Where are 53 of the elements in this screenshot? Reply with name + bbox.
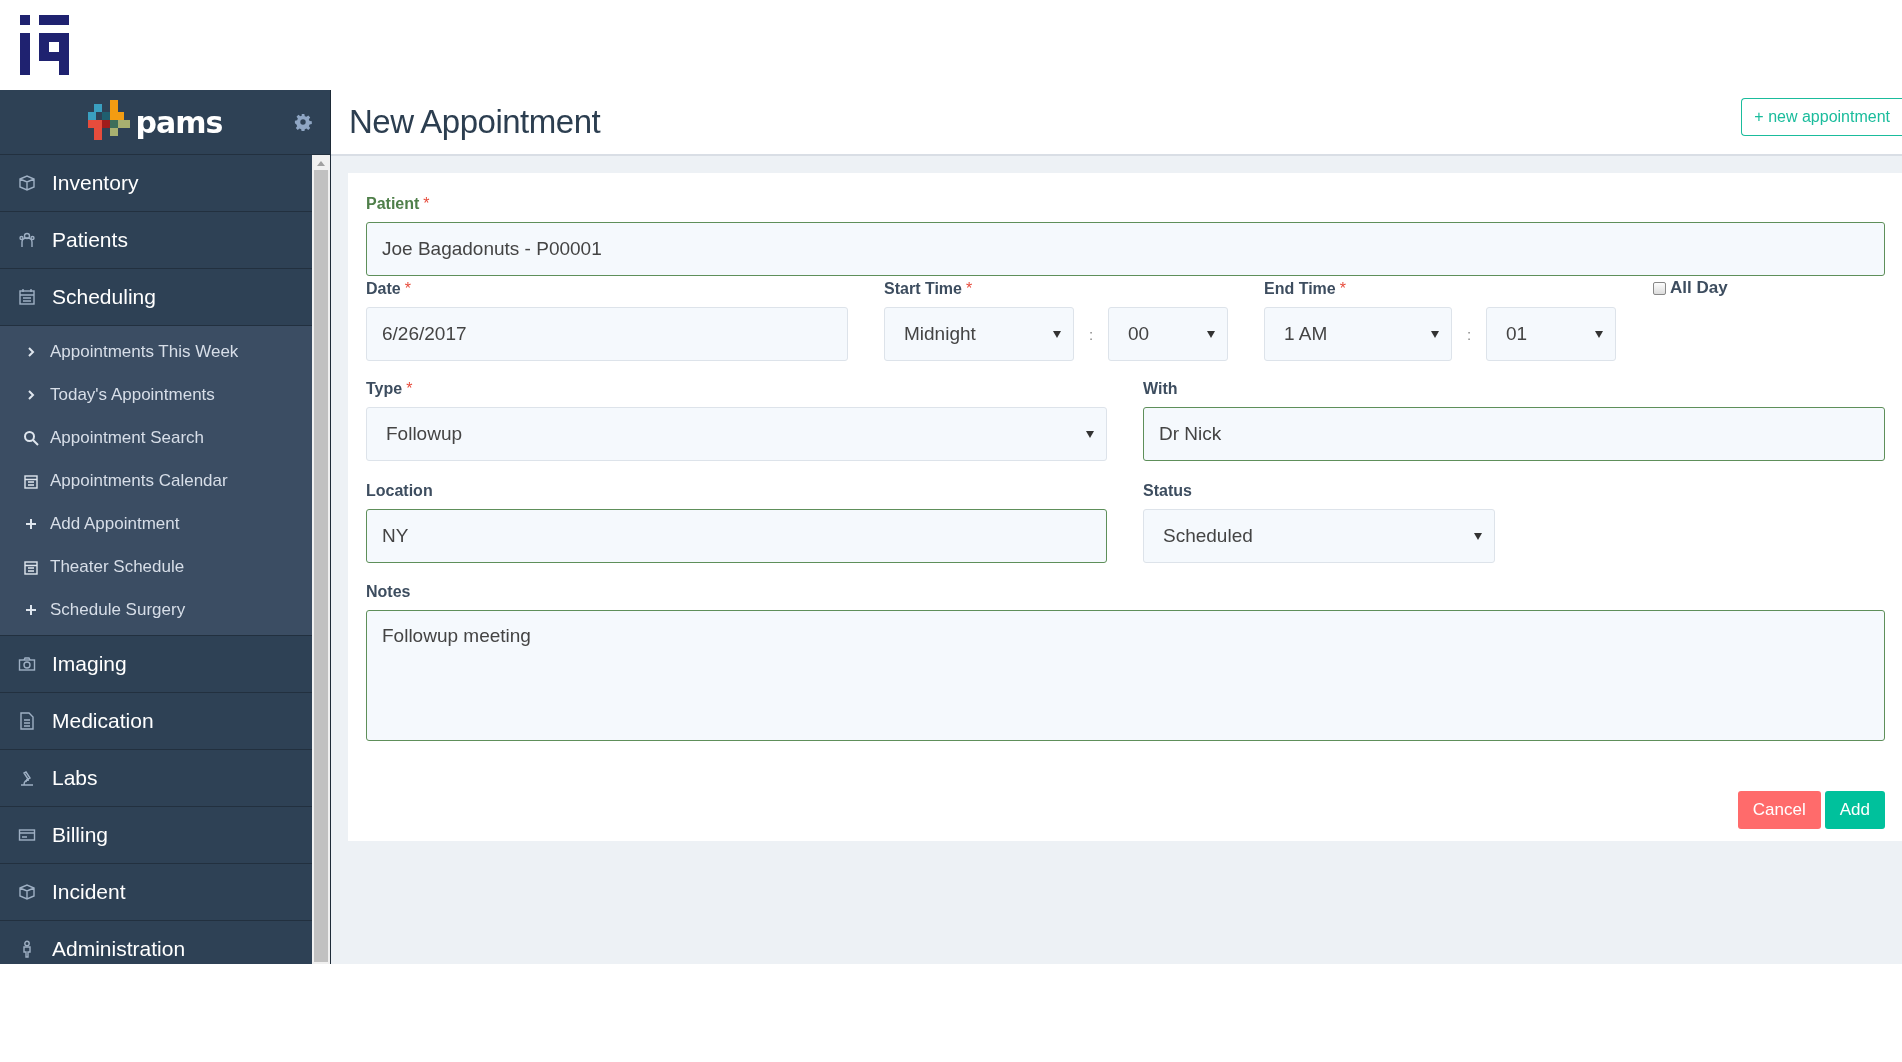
caret-icon bbox=[1595, 330, 1603, 338]
caret-icon bbox=[1474, 532, 1482, 540]
patient-field[interactable]: Joe Bagadonuts - P00001 bbox=[366, 222, 1885, 276]
brand-name: pams bbox=[135, 104, 223, 140]
nav-icon bbox=[18, 655, 36, 673]
caret-icon bbox=[1431, 330, 1439, 338]
sidebar-subitem[interactable]: Appointments This Week bbox=[0, 330, 312, 373]
sidebar-subitem[interactable]: Appointments Calendar bbox=[0, 459, 312, 502]
logo-icon bbox=[19, 14, 71, 76]
time-separator: : bbox=[1465, 325, 1473, 343]
sidebar-subitem[interactable]: Add Appointment bbox=[0, 502, 312, 545]
sidebar-subitem[interactable]: Today's Appointments bbox=[0, 373, 312, 416]
all-day-label: All Day bbox=[1670, 278, 1728, 298]
settings-icon[interactable] bbox=[294, 113, 312, 131]
sidebar-subitem[interactable]: Schedule Surgery bbox=[0, 588, 312, 631]
notes-field[interactable]: Followup meeting bbox=[366, 610, 1885, 741]
page-title: New Appointment bbox=[349, 103, 601, 141]
location-field[interactable]: NY bbox=[366, 509, 1107, 563]
field-label: End Time * bbox=[1264, 279, 1347, 299]
hour-select[interactable]: 1 AM bbox=[1264, 307, 1452, 361]
field-label: Notes bbox=[366, 582, 412, 602]
all-day-checkbox[interactable] bbox=[1653, 281, 1666, 295]
minute-select[interactable]: 01 bbox=[1486, 307, 1616, 361]
field-label: Date * bbox=[366, 279, 412, 299]
field-label: Start Time * bbox=[884, 279, 974, 299]
minute-select[interactable]: 00 bbox=[1108, 307, 1228, 361]
nav-icon bbox=[23, 472, 39, 489]
nav-icon bbox=[18, 288, 36, 306]
field-label: Patient * bbox=[366, 194, 431, 214]
scrollbar[interactable] bbox=[312, 155, 330, 964]
nav-icon bbox=[23, 558, 39, 575]
sidebar-subitem[interactable]: Theater Schedule bbox=[0, 545, 312, 588]
caret-icon bbox=[1053, 330, 1061, 338]
time-separator: : bbox=[1087, 325, 1095, 343]
date-field[interactable]: 6/26/2017 bbox=[366, 307, 848, 361]
caret-icon bbox=[1086, 430, 1094, 438]
caret-icon bbox=[1207, 330, 1215, 338]
sidebar-subitem[interactable]: Appointment Search bbox=[0, 416, 312, 459]
nav-icon bbox=[18, 826, 36, 844]
type-select[interactable]: Followup bbox=[366, 407, 1107, 461]
nav-icon bbox=[18, 231, 36, 249]
field-label: With bbox=[1143, 379, 1179, 399]
nav-icon bbox=[18, 174, 36, 192]
nav-icon bbox=[23, 429, 39, 446]
nav-icon bbox=[18, 712, 36, 730]
field-label: Type * bbox=[366, 379, 414, 399]
hour-select[interactable]: Midnight bbox=[884, 307, 1074, 361]
status-select[interactable]: Scheduled bbox=[1143, 509, 1495, 563]
with-field[interactable]: Dr Nick bbox=[1143, 407, 1885, 461]
field-label: Location bbox=[366, 481, 434, 501]
nav-icon bbox=[18, 883, 36, 901]
nav-icon bbox=[18, 769, 36, 787]
field-label: Status bbox=[1143, 481, 1193, 501]
